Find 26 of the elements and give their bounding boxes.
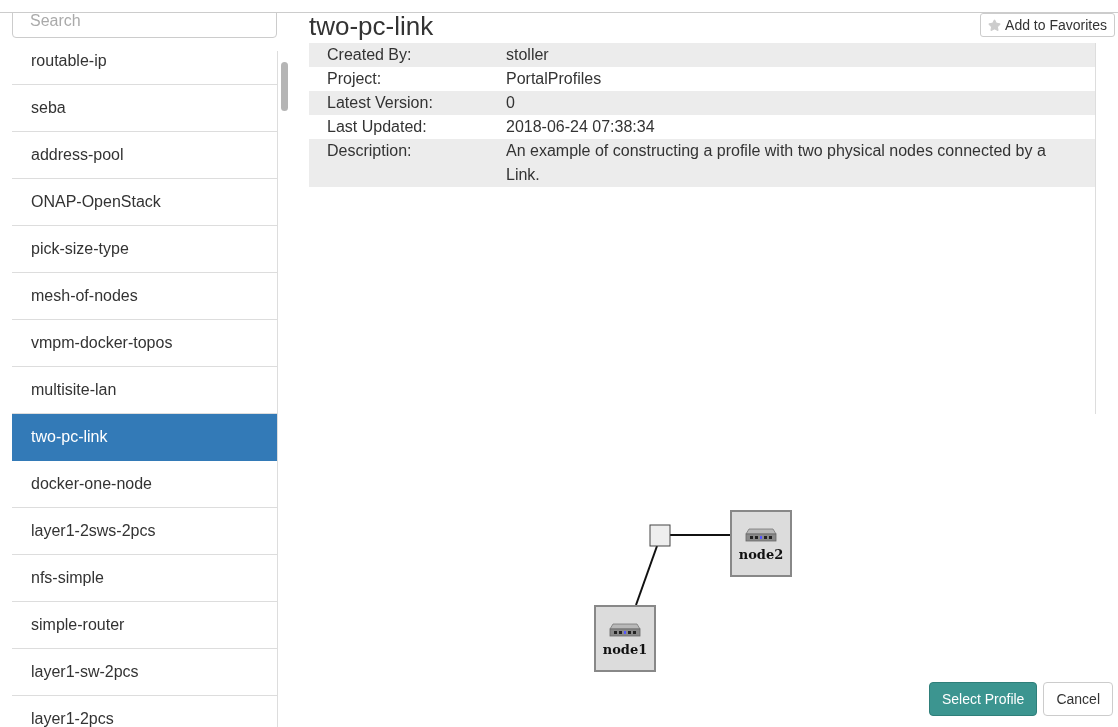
node-label: node1 [602, 643, 648, 657]
detail-label: Description: [326, 141, 413, 161]
detail-value: 2018-06-24 07:38:34 [506, 117, 656, 137]
detail-value: 0 [506, 93, 516, 113]
add-to-favorites-button[interactable]: Add to Favorites [980, 13, 1115, 37]
detail-value: stoller [506, 45, 550, 65]
node-box[interactable]: node2 [730, 510, 792, 577]
link-line [669, 534, 731, 536]
node-label: node2 [738, 548, 784, 562]
switch-icon [745, 528, 777, 542]
detail-label: Last Updated: [326, 117, 428, 137]
detail-value: PortalProfiles [506, 69, 603, 89]
dialog-button[interactable]: Select Profile [928, 682, 1038, 716]
switch-icon [609, 623, 641, 637]
detail-value: An example of constructing a profile with two physical nodes connected by a Link. [506, 141, 1047, 185]
link-line [635, 545, 658, 606]
link-square [649, 524, 671, 547]
detail-label: Created By: [326, 45, 413, 65]
scrollbar-thumb[interactable] [281, 62, 288, 111]
detail-label: Project: [326, 69, 383, 89]
profile-title: two-pc-link [309, 13, 434, 41]
star-icon [988, 18, 1002, 32]
node-box[interactable]: node1 [594, 605, 656, 672]
profile-list-item[interactable]: two-pc-link [12, 414, 277, 461]
detail-label: Latest Version: [326, 93, 434, 113]
dialog-button[interactable]: Cancel [1043, 682, 1113, 716]
